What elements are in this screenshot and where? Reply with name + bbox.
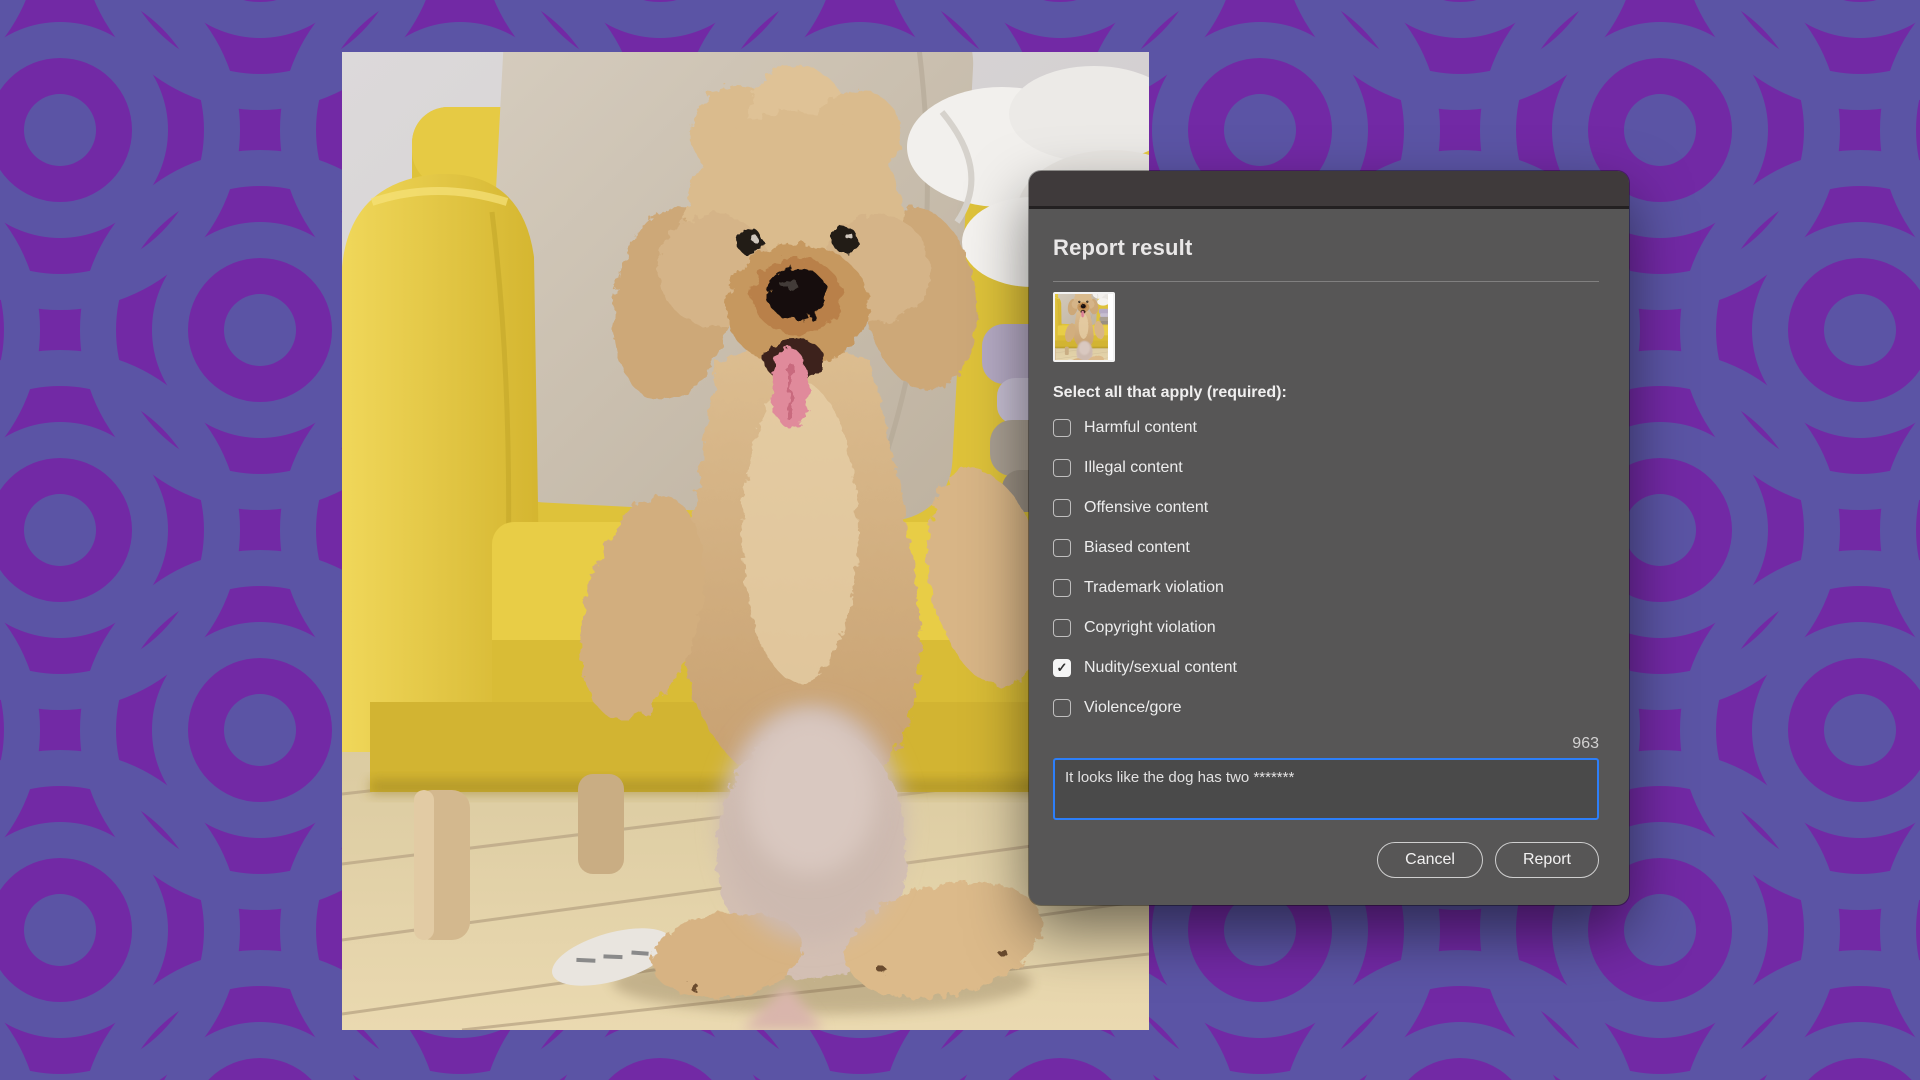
- checkbox-label: Harmful content: [1084, 419, 1197, 437]
- checkbox-nudity-sexual-content[interactable]: ✓: [1053, 659, 1071, 677]
- checkbox-violence-gore[interactable]: [1053, 699, 1071, 717]
- checkbox-harmful-content[interactable]: [1053, 419, 1071, 437]
- report-comment-input[interactable]: It looks like the dog has two *******: [1053, 758, 1599, 820]
- report-thumbnail: [1053, 292, 1115, 362]
- option-offensive-content[interactable]: Offensive content: [1053, 488, 1599, 528]
- checkbox-offensive-content[interactable]: [1053, 499, 1071, 517]
- checkbox-label: Violence/gore: [1084, 699, 1182, 717]
- checkbox-trademark-violation[interactable]: [1053, 579, 1071, 597]
- section-label: Select all that apply (required):: [1053, 384, 1599, 402]
- generated-image[interactable]: [342, 52, 1149, 1030]
- checkbox-illegal-content[interactable]: [1053, 459, 1071, 477]
- checkbox-label: Copyright violation: [1084, 619, 1216, 637]
- option-nudity-sexual-content[interactable]: ✓ Nudity/sexual content: [1053, 648, 1599, 688]
- checkbox-label: Biased content: [1084, 539, 1190, 557]
- screen: Report result Select all that apply (req…: [0, 0, 1920, 1080]
- checkbox-biased-content[interactable]: [1053, 539, 1071, 557]
- checkbox-label: Illegal content: [1084, 459, 1183, 477]
- option-illegal-content[interactable]: Illegal content: [1053, 448, 1599, 488]
- cancel-button[interactable]: Cancel: [1377, 842, 1483, 878]
- option-trademark-violation[interactable]: Trademark violation: [1053, 568, 1599, 608]
- divider: [1053, 281, 1599, 282]
- char-counter: 963: [1053, 734, 1599, 753]
- dialog-titlebar[interactable]: [1029, 171, 1629, 209]
- option-biased-content[interactable]: Biased content: [1053, 528, 1599, 568]
- dog-photo-illustration: [342, 52, 1149, 1030]
- checkbox-label: Trademark violation: [1084, 579, 1224, 597]
- report-options-list: Harmful content Illegal content Offensive …: [1053, 408, 1599, 728]
- report-button[interactable]: Report: [1495, 842, 1599, 878]
- checkbox-copyright-violation[interactable]: [1053, 619, 1071, 637]
- dialog-actions: Cancel Report: [1053, 842, 1599, 878]
- option-violence-gore[interactable]: Violence/gore: [1053, 688, 1599, 728]
- checkbox-label: Offensive content: [1084, 499, 1208, 517]
- option-harmful-content[interactable]: Harmful content: [1053, 408, 1599, 448]
- dialog-content: Report result Select all that apply (req…: [1029, 235, 1629, 878]
- dialog-title: Report result: [1053, 235, 1599, 261]
- report-result-dialog: Report result Select all that apply (req…: [1029, 171, 1629, 905]
- checkbox-label: Nudity/sexual content: [1084, 659, 1237, 677]
- dog-image-thumbnail: [1055, 294, 1113, 360]
- option-copyright-violation[interactable]: Copyright violation: [1053, 608, 1599, 648]
